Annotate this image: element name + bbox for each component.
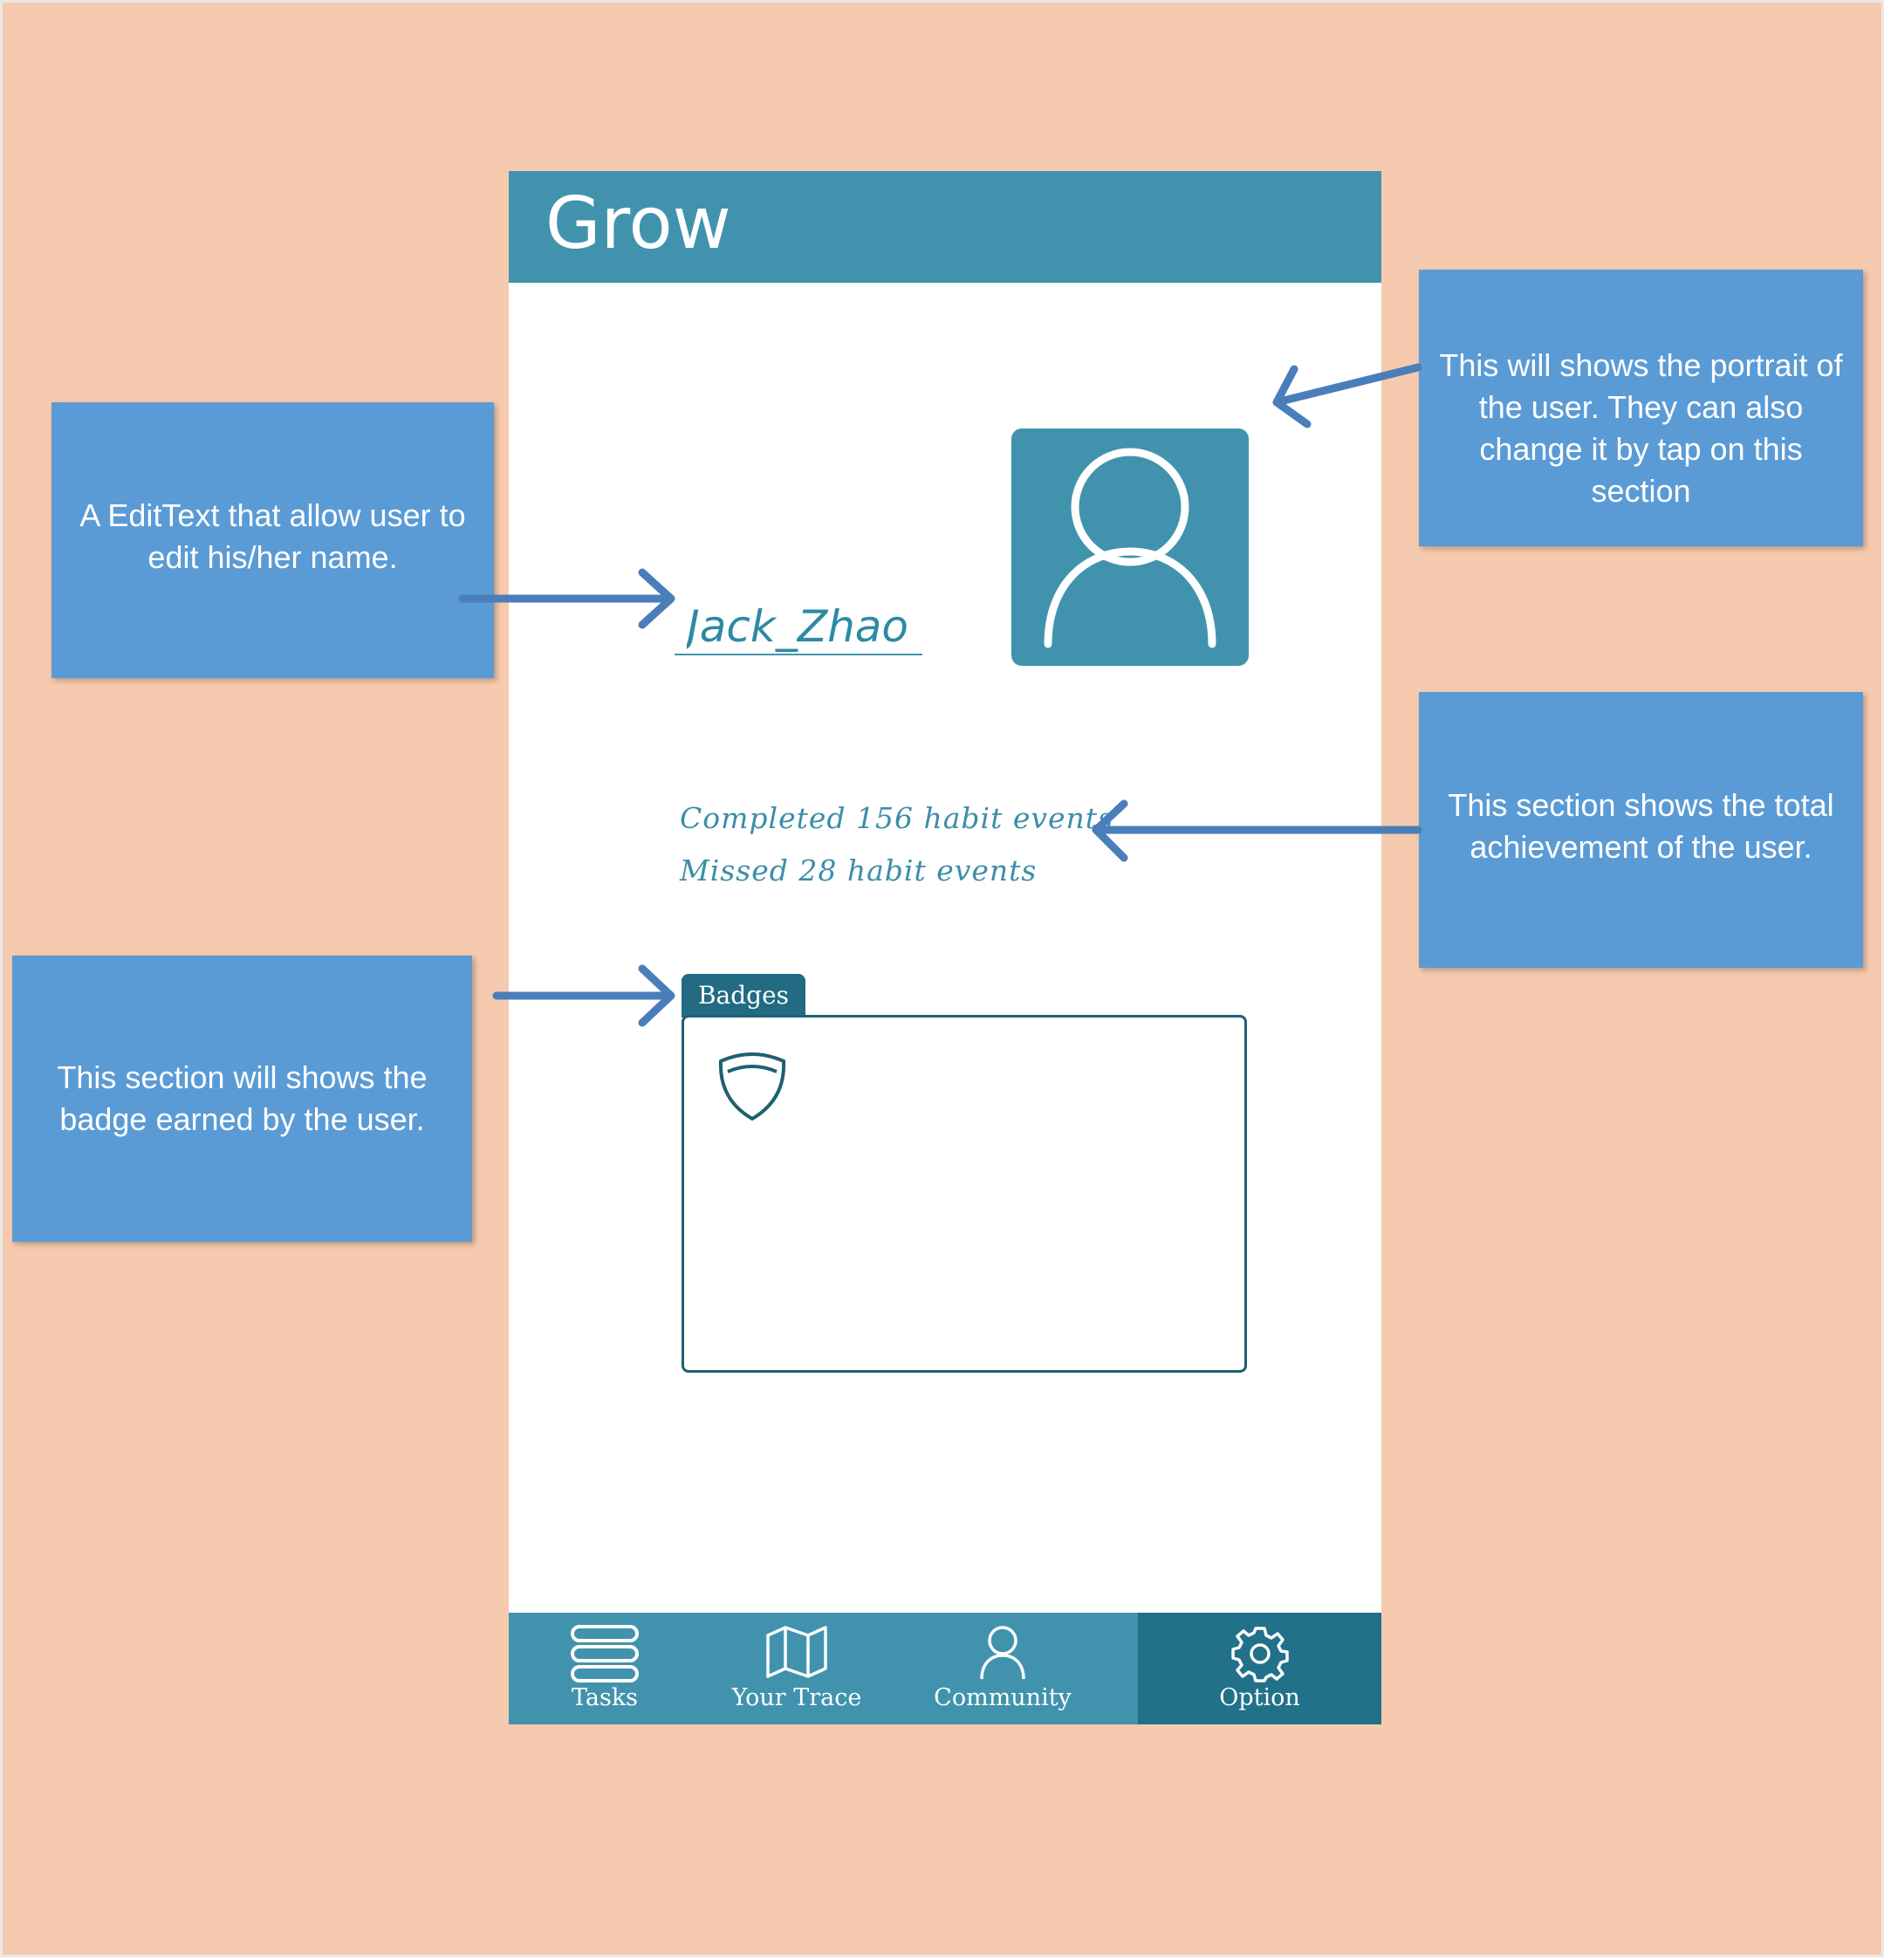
arrow-to-achievement [1092,799,1422,862]
arrow-to-name-field [458,568,675,629]
canvas: Grow Completed 156 habit events Missed 2… [0,0,1884,1957]
arrow-to-badges [492,964,675,1027]
annotation-arrows [458,363,1422,1027]
arrow-to-portrait [1272,363,1422,428]
